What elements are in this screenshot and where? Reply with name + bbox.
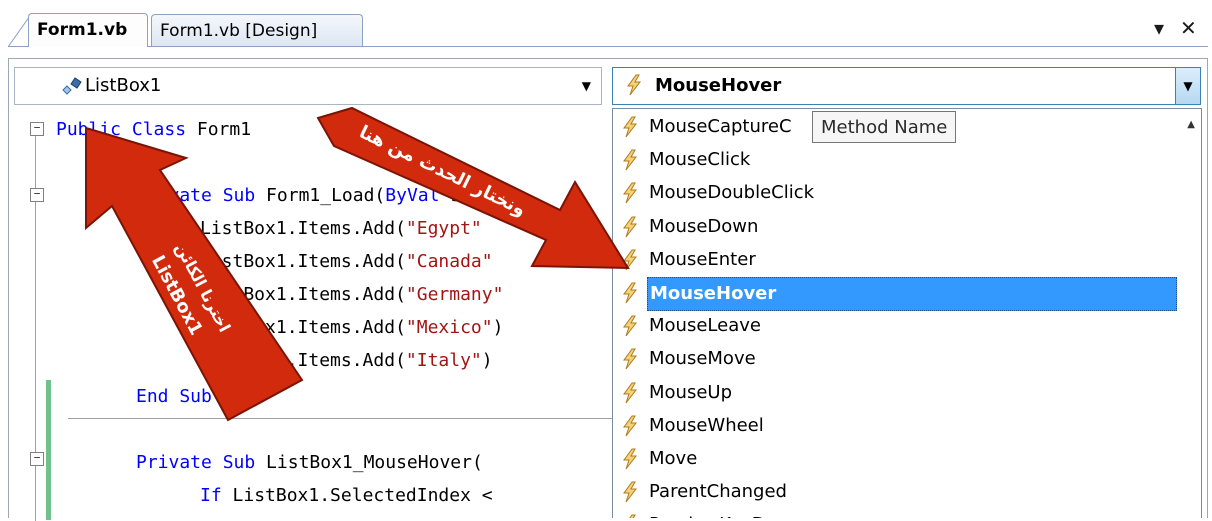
- event-list-item-label: MouseHover: [647, 277, 1177, 311]
- chevron-down-icon[interactable]: ▼: [1175, 68, 1200, 104]
- event-list-item[interactable]: MouseDoubleClick: [615, 177, 1185, 209]
- code-line: ListBox1.Items.Add("Mexico"): [200, 317, 504, 338]
- event-list-item-label: Move: [649, 448, 698, 469]
- code-line: If ListBox1.SelectedIndex <: [200, 485, 493, 506]
- event-selector-combo[interactable]: MouseHover ▼: [612, 67, 1201, 105]
- collapse-toggle-icon[interactable]: −: [30, 188, 44, 202]
- event-list-item[interactable]: MouseWheel: [615, 410, 1185, 442]
- event-list-item-label: MouseLeave: [649, 315, 761, 337]
- event-list-item[interactable]: MouseEnter: [615, 244, 1185, 276]
- object-selector-combo[interactable]: ListBox1 ▼: [14, 67, 602, 105]
- event-list-item[interactable]: MouseHover: [615, 277, 1185, 311]
- event-bolt-icon: [623, 116, 638, 138]
- event-list-item[interactable]: PreviewKeyDown: [615, 509, 1185, 518]
- event-bolt-icon: [623, 182, 638, 204]
- event-list-item-label: MouseDoubleClick: [649, 182, 815, 204]
- code-editor[interactable]: − − − Public Class Form1 Private Sub For…: [20, 110, 620, 521]
- collapse-toggle-icon[interactable]: −: [30, 452, 44, 466]
- change-marker-bar: [46, 380, 51, 520]
- window-menu-icon[interactable]: ▾: [1154, 16, 1164, 40]
- event-list-item-label: MouseCaptureC: [649, 116, 792, 137]
- event-bolt-icon: [627, 74, 642, 96]
- event-list-item-label: MouseUp: [649, 381, 733, 403]
- event-list-item[interactable]: MouseClick: [615, 144, 1185, 176]
- code-line: Public Class Form1: [56, 119, 252, 140]
- scroll-up-icon[interactable]: ▲: [1187, 119, 1195, 130]
- code-line: End Sub: [136, 386, 212, 407]
- event-selector-value: MouseHover: [655, 75, 782, 96]
- event-bolt-icon: [623, 315, 638, 337]
- collapse-toggle-icon[interactable]: −: [30, 122, 44, 136]
- code-line: ListBox1.Items.Add("Italy"): [200, 350, 493, 371]
- event-bolt-icon: [623, 149, 638, 171]
- event-list-item-label: ParentChanged: [649, 481, 787, 503]
- event-bolt-icon: [623, 216, 638, 237]
- event-list-item[interactable]: MouseLeave: [615, 310, 1185, 342]
- event-bolt-icon: [623, 348, 638, 370]
- document-tab-strip: Form1.vb Form1.vb [Design] ▾ ✕: [0, 0, 1212, 58]
- event-list-item-label: MouseClick: [649, 149, 751, 171]
- code-line: Private Sub Form1_Load(ByVal sender: [136, 185, 516, 206]
- chevron-down-icon[interactable]: ▼: [582, 68, 591, 104]
- code-line: ListBox1.Items.Add("Germany": [200, 284, 504, 305]
- code-line: Private Sub ListBox1_MouseHover(: [136, 452, 483, 473]
- event-bolt-icon: [623, 481, 638, 503]
- event-list-item-label: MouseEnter: [649, 248, 756, 270]
- event-list-item[interactable]: ParentChanged: [615, 476, 1185, 508]
- event-list-item-label: PreviewKeyDown: [649, 509, 803, 518]
- event-bolt-icon: [623, 448, 638, 470]
- code-line: ListBox1.Items.Add("Egypt": [200, 218, 482, 239]
- event-list-item-label: MouseMove: [649, 348, 756, 370]
- object-selector-value: ListBox1: [85, 75, 162, 96]
- event-bolt-icon: [623, 249, 638, 271]
- tab-form1-vb[interactable]: Form1.vb: [28, 13, 148, 47]
- code-line: ListBox1.Items.Add("Canada": [200, 251, 493, 272]
- event-bolt-icon: [623, 282, 638, 304]
- event-list-item[interactable]: MouseDown: [615, 211, 1185, 243]
- event-bolt-icon: [623, 415, 638, 437]
- method-name-tooltip: Method Name: [812, 111, 957, 143]
- event-bolt-icon: [623, 382, 638, 403]
- tab-form1-design[interactable]: Form1.vb [Design]: [151, 14, 363, 46]
- object-icon: [62, 77, 82, 95]
- tab-baseline: [8, 46, 1208, 47]
- event-list-item[interactable]: MouseMove: [615, 343, 1185, 375]
- event-dropdown-list[interactable]: ▲ MouseCaptureC MouseClick MouseDoubleClic…: [612, 108, 1202, 518]
- event-bolt-icon: [629, 514, 636, 518]
- event-list-item-label: MouseDown: [649, 215, 759, 237]
- event-list-item-label: MouseWheel: [649, 414, 764, 436]
- event-list-item[interactable]: Move: [615, 443, 1185, 475]
- event-list-item[interactable]: MouseUp: [615, 377, 1185, 409]
- close-icon[interactable]: ✕: [1180, 16, 1197, 40]
- procedure-separator: [68, 418, 620, 419]
